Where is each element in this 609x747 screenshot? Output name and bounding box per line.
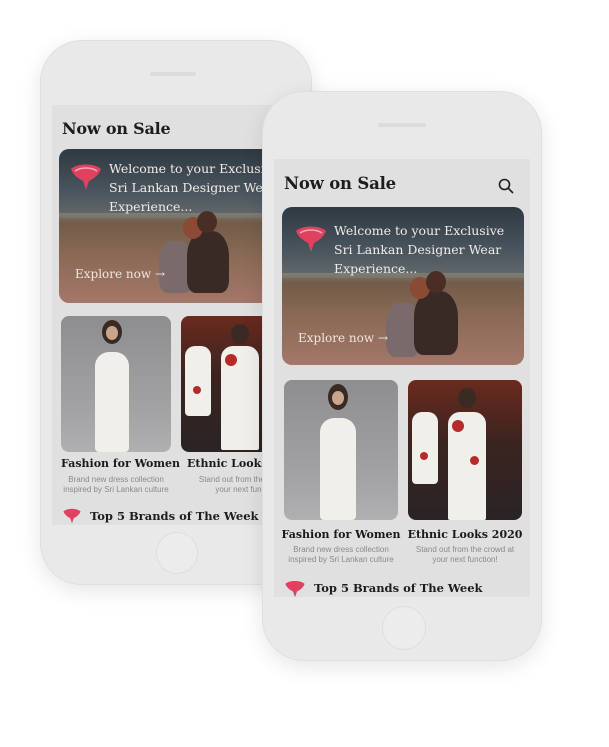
- back-ethnic-rose-2: [193, 386, 201, 394]
- back-ethnic-rose-1: [225, 354, 237, 366]
- front-phone-speaker: [378, 123, 426, 127]
- women-face: [332, 391, 344, 405]
- card-women-sub2: inspired by Sri Lankan culture: [288, 555, 394, 564]
- search-icon[interactable]: [498, 178, 514, 194]
- back-brands-of-week-heading: Top 5 Brands of The Week: [90, 509, 259, 523]
- front-phone-home-button: [382, 606, 426, 650]
- ethnic-hair: [458, 388, 476, 408]
- card-ethnic-sub1: Stand out from the crowd at: [415, 545, 515, 554]
- back-card-women-sub1: Brand new dress collection: [68, 475, 164, 484]
- back-card-women-title: Fashion for Women: [61, 457, 180, 470]
- ethnic-rose-1: [452, 420, 464, 432]
- back-hero-welcome-line2: Sri Lankan Designer Wear: [109, 180, 277, 195]
- back-phone-speaker: [150, 72, 196, 76]
- page-title: Now on Sale: [284, 174, 396, 193]
- back-ethnic-hair: [231, 324, 249, 344]
- back-page-title: Now on Sale: [62, 119, 171, 138]
- back-card-women-sub2: inspired by Sri Lankan culture: [63, 485, 169, 494]
- ethnic-figure-left: [412, 412, 438, 484]
- hero-welcome-line3: Experience...: [334, 261, 418, 276]
- brand-logo-icon: [285, 580, 305, 597]
- back-hero-welcome-line1: Welcome to your Exclusive: [109, 161, 280, 176]
- hero-welcome-line2: Sri Lankan Designer Wear: [334, 242, 502, 257]
- card-women-title: Fashion for Women: [281, 528, 401, 541]
- hero-welcome-line1: Welcome to your Exclusive: [334, 223, 505, 238]
- card-ethnic-sub2: your next function!: [432, 555, 498, 564]
- women-dress: [320, 418, 356, 520]
- back-explore-now-link[interactable]: Explore now →: [75, 267, 165, 281]
- front-phone-frame: Now on Sale Welcome to your Exclusive Sr…: [262, 91, 542, 661]
- card-ethnic-title: Ethnic Looks 2020: [407, 528, 523, 541]
- back-phone-home-button: [156, 532, 198, 574]
- hero-head-b: [426, 271, 446, 293]
- brands-of-week-heading: Top 5 Brands of The Week: [314, 581, 483, 595]
- back-card-fashion-women[interactable]: [61, 316, 171, 452]
- back-women-face: [106, 326, 118, 340]
- front-phone-screen: Now on Sale Welcome to your Exclusive Sr…: [274, 159, 530, 597]
- back-women-dress: [95, 352, 129, 452]
- hero-person-b: [414, 291, 458, 355]
- card-fashion-women[interactable]: [284, 380, 398, 520]
- ethnic-rose-2: [420, 452, 428, 460]
- brand-logo-icon: [71, 164, 101, 190]
- hero-banner[interactable]: Welcome to your Exclusive Sri Lankan Des…: [282, 207, 524, 365]
- ethnic-rose-3: [470, 456, 479, 465]
- card-women-sub1: Brand new dress collection: [293, 545, 389, 554]
- back-ethnic-figure-left: [185, 346, 211, 416]
- back-hero-head-b: [197, 211, 217, 233]
- explore-now-link[interactable]: Explore now →: [298, 331, 388, 345]
- brand-logo-icon: [63, 508, 81, 524]
- card-ethnic-looks[interactable]: [408, 380, 522, 520]
- back-hero-welcome-line3: Experience...: [109, 199, 193, 214]
- brand-logo-icon: [296, 226, 326, 252]
- back-hero-person-b: [187, 231, 229, 293]
